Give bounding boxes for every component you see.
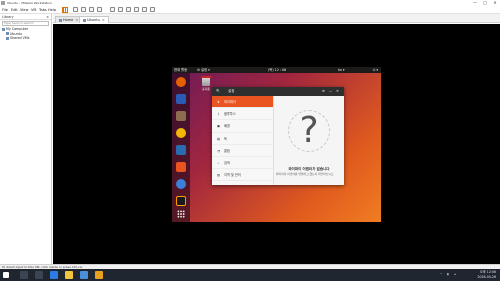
stretch-guest-icon[interactable] [150, 7, 155, 12]
settings-window: 🔍 설정 ≡ — ✕ ❦ 와이파이 ᛒ 블루투스 ▣ 배경 ▤ 독 ◔ 알림 ⌕ 검색 [212, 87, 344, 185]
library-title: Library [2, 15, 14, 19]
bluetooth-icon: ᛒ [217, 112, 220, 117]
gnome-top-bar: 현재 활동 ⚙ 설정 ▾ (목) 12 : 06 ko ▾ ⏻ ▾ [172, 67, 381, 73]
thumbnail-bar-icon[interactable] [118, 7, 123, 12]
hamburger-menu-icon[interactable]: ≡ [321, 87, 326, 96]
firefox-icon[interactable] [176, 77, 186, 87]
volume-icon[interactable]: ◂ [454, 272, 458, 277]
library-close-icon[interactable]: × [46, 14, 49, 20]
ubuntu-dock [172, 73, 190, 222]
close-icon[interactable]: ✕ [335, 87, 340, 96]
search-icon[interactable]: 🔍 [216, 87, 220, 96]
vm-icon [83, 18, 86, 22]
dock-icon: ▤ [216, 136, 220, 141]
region-language-icon: ▥ [216, 173, 220, 178]
shared-vms-icon [6, 36, 9, 40]
background-icon: ▣ [216, 124, 220, 129]
network-icon[interactable]: ▮ [447, 272, 451, 277]
revert-snapshot-icon[interactable] [89, 7, 94, 12]
vmware-taskbar-icon[interactable] [95, 271, 103, 279]
no-adapter-description: 와이파이 어댑터를 연결하고 켰는지 확인하십시오 [276, 172, 334, 176]
menu-tabs[interactable]: Tabs [39, 6, 47, 14]
taskbar-clock[interactable]: 오후 12:06 2018-04-26 [477, 270, 496, 279]
library-panel: Library × Type here to search My Compute… [0, 14, 52, 264]
minimize-icon[interactable]: — [328, 87, 333, 96]
settings-content: ? 와이파이 어댑터가 없습니다 와이파이 어댑터를 연결하고 켰는지 확인하십… [274, 96, 344, 185]
windows-taskbar: ^ ▮ ◂ 오후 12:06 2018-04-26 [0, 269, 500, 281]
snapshot-manager-icon[interactable] [97, 7, 102, 12]
settings-sidebar: ❦ 와이파이 ᛒ 블루투스 ▣ 배경 ▤ 독 ◔ 알림 ⌕ 검색 ▥ 지역 및 언어 [212, 96, 274, 185]
tab-close-icon[interactable]: × [102, 18, 105, 22]
menu-edit[interactable]: Edit [11, 6, 18, 14]
sidebar-item-dock[interactable]: ▤ 독 [212, 133, 273, 145]
menu-help[interactable]: Help [48, 6, 56, 14]
thunderbird-icon[interactable] [176, 94, 186, 104]
menu-vm[interactable]: VM [31, 6, 36, 14]
computer-icon [2, 27, 5, 31]
tab-bar: Home × Ubuntu × [53, 14, 500, 23]
menu-view[interactable]: View [20, 6, 28, 14]
library-header: Library × [0, 14, 51, 20]
home-icon [59, 18, 62, 22]
file-explorer-icon[interactable] [65, 271, 73, 279]
tab-ubuntu[interactable]: Ubuntu × [79, 16, 109, 23]
wifi-icon: ❦ [217, 100, 220, 104]
tree-item-shared-vms[interactable]: Shared VMs [2, 36, 51, 41]
start-icon[interactable] [3, 272, 9, 278]
vm-icon [6, 32, 9, 35]
edge-icon[interactable] [50, 271, 58, 279]
system-menu[interactable]: ⏻ ▾ [373, 67, 378, 73]
files-icon[interactable] [176, 111, 186, 121]
library-tree: My Computer Ubuntu Shared VMs [0, 27, 51, 41]
settings-title: 설정 [228, 89, 235, 93]
help-icon[interactable] [176, 179, 186, 189]
rhythmbox-icon[interactable] [176, 128, 186, 138]
trash-label: 휴지통 [202, 87, 210, 91]
snapshot-icon[interactable] [81, 7, 86, 12]
console-view-icon[interactable] [142, 7, 147, 12]
input-method-indicator[interactable]: ko ▾ [338, 67, 345, 73]
sidebar-item-wifi[interactable]: ❦ 와이파이 [212, 96, 273, 109]
library-search-input[interactable]: Type here to search [2, 21, 49, 26]
task-view-icon[interactable] [35, 271, 43, 279]
trash-icon [201, 76, 211, 86]
trash-desktop-icon[interactable]: 휴지통 [200, 76, 212, 91]
tray-chevron-icon[interactable]: ^ [440, 272, 444, 277]
unity-icon[interactable] [134, 7, 139, 12]
libreoffice-writer-icon[interactable] [176, 145, 186, 155]
menu-bar: File Edit View VM Tabs Help [0, 6, 500, 14]
tab-close-icon[interactable]: × [75, 18, 78, 22]
settings-headerbar: 🔍 설정 ≡ — ✕ [212, 87, 344, 96]
show-library-icon[interactable] [110, 7, 115, 12]
clock[interactable]: (목) 12 : 06 [268, 67, 286, 73]
search-icon[interactable] [20, 271, 28, 279]
notifications-icon: ◔ [217, 148, 220, 153]
full-screen-icon[interactable] [126, 7, 131, 12]
taskbar-time: 오후 12:06 [479, 270, 496, 274]
show-applications-icon[interactable] [177, 210, 185, 218]
sidebar-item-notifications[interactable]: ◔ 알림 [212, 145, 273, 157]
taskbar-date: 2018-04-26 [477, 274, 496, 279]
amazon-icon[interactable] [176, 196, 186, 206]
software-center-icon[interactable] [176, 162, 186, 172]
question-mark-icon: ? [288, 110, 330, 152]
store-icon[interactable] [80, 271, 88, 279]
menu-file[interactable]: File [2, 6, 8, 14]
pause-icon[interactable] [62, 7, 68, 13]
app-menu[interactable]: ⚙ 설정 ▾ [197, 67, 210, 73]
sidebar-item-background[interactable]: ▣ 배경 [212, 120, 273, 133]
search-icon: ⌕ [217, 160, 220, 165]
send-ctrl-alt-del-icon[interactable] [73, 7, 78, 12]
sidebar-item-search[interactable]: ⌕ 검색 [212, 157, 273, 170]
ubuntu-desktop[interactable]: 현재 활동 ⚙ 설정 ▾ (목) 12 : 06 ko ▾ ⏻ ▾ 휴지통 🔍 … [172, 67, 381, 222]
sidebar-item-region-language[interactable]: ▥ 지역 및 언어 [212, 169, 273, 182]
sidebar-item-bluetooth[interactable]: ᛒ 블루투스 [212, 108, 273, 121]
vmware-app-icon [1, 1, 5, 5]
